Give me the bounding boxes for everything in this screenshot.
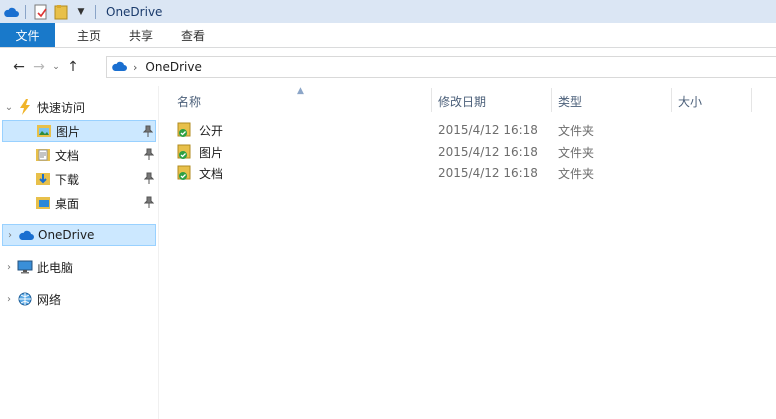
nav-quick-access[interactable]: ⌄ 快速访问 xyxy=(2,96,156,118)
column-header-size[interactable]: 大小 xyxy=(678,86,702,116)
pin-icon[interactable] xyxy=(142,125,154,140)
customize-dropdown-icon[interactable]: ▼ xyxy=(72,3,90,21)
file-name: 公开 xyxy=(199,123,224,138)
synced-folder-icon xyxy=(177,165,193,181)
downloads-folder-icon xyxy=(34,171,52,187)
recent-locations-chevron-icon[interactable]: ⌄ xyxy=(49,55,63,79)
title-bar: ▼ OneDrive xyxy=(0,0,776,23)
navigation-pane: ⌄ 快速访问 图片 文档 下载 桌面 › OneDrive › 此电脑 › 网络 xyxy=(0,86,159,419)
ribbon-tabs: 文件 主页 共享 查看 xyxy=(0,23,776,48)
nav-item-downloads[interactable]: 下载 xyxy=(2,168,156,190)
nav-this-pc[interactable]: › 此电脑 xyxy=(2,256,156,278)
network-icon xyxy=(16,291,34,307)
file-modified: 2015/4/12 16:18 xyxy=(438,145,538,159)
column-divider[interactable] xyxy=(431,88,432,112)
documents-folder-icon xyxy=(34,147,52,163)
desktop-folder-icon xyxy=(34,195,52,211)
pin-icon[interactable] xyxy=(143,196,155,211)
nav-item-label: 桌面 xyxy=(55,196,80,211)
file-type: 文件夹 xyxy=(558,166,595,181)
window-title: OneDrive xyxy=(106,4,163,19)
forward-arrow-icon[interactable]: → xyxy=(29,55,49,79)
divider xyxy=(95,4,96,19)
table-row[interactable]: 文档 2015/4/12 16:18 文件夹 xyxy=(172,162,776,184)
nav-network[interactable]: › 网络 xyxy=(2,288,156,310)
address-row: ← → ⌄ ↑ › OneDrive xyxy=(0,48,776,86)
nav-quick-access-label: 快速访问 xyxy=(37,100,86,115)
tab-file[interactable]: 文件 xyxy=(0,23,55,47)
file-type: 文件夹 xyxy=(558,123,595,138)
file-modified: 2015/4/12 16:18 xyxy=(438,166,538,180)
table-row[interactable]: 公开 2015/4/12 16:18 文件夹 xyxy=(172,119,776,141)
nav-item-desktop[interactable]: 桌面 xyxy=(2,192,156,214)
synced-folder-icon xyxy=(177,144,193,160)
expand-chevron-icon[interactable]: › xyxy=(3,230,17,241)
nav-item-label: 文档 xyxy=(55,148,80,163)
onedrive-cloud-icon xyxy=(17,227,35,243)
nav-this-pc-label: 此电脑 xyxy=(37,260,74,275)
quick-access-toolbar: ▼ xyxy=(0,0,102,23)
file-name: 图片 xyxy=(199,145,224,160)
pin-icon[interactable] xyxy=(143,148,155,163)
nav-onedrive-label: OneDrive xyxy=(38,228,95,242)
pictures-folder-icon xyxy=(35,123,53,139)
computer-icon xyxy=(16,259,34,275)
onedrive-cloud-icon xyxy=(111,60,127,75)
synced-folder-icon xyxy=(177,122,193,138)
file-modified: 2015/4/12 16:18 xyxy=(438,123,538,137)
expand-chevron-icon[interactable]: › xyxy=(2,294,16,305)
tab-home[interactable]: 主页 xyxy=(55,23,115,47)
nav-item-pictures[interactable]: 图片 xyxy=(2,120,156,142)
column-divider[interactable] xyxy=(671,88,672,112)
nav-onedrive[interactable]: › OneDrive xyxy=(2,224,156,246)
breadcrumb-onedrive[interactable]: OneDrive xyxy=(145,60,201,74)
nav-item-documents[interactable]: 文档 xyxy=(2,144,156,166)
column-header-name[interactable]: 名称 xyxy=(177,86,201,116)
address-bar[interactable]: › OneDrive xyxy=(106,56,776,78)
sort-ascending-icon: ▲ xyxy=(297,86,304,96)
table-row[interactable]: 图片 2015/4/12 16:18 文件夹 xyxy=(172,141,776,163)
column-header-type[interactable]: 类型 xyxy=(558,86,582,116)
tab-view[interactable]: 查看 xyxy=(167,23,219,47)
nav-network-label: 网络 xyxy=(37,292,62,307)
properties-icon[interactable] xyxy=(32,3,50,21)
up-arrow-icon[interactable]: ↑ xyxy=(63,55,83,79)
file-type: 文件夹 xyxy=(558,145,595,160)
column-header-modified[interactable]: 修改日期 xyxy=(438,86,486,116)
column-divider[interactable] xyxy=(551,88,552,112)
new-folder-icon[interactable] xyxy=(52,3,70,21)
breadcrumb-separator-icon[interactable]: › xyxy=(133,61,137,74)
file-name: 文档 xyxy=(199,166,224,181)
nav-item-label: 下载 xyxy=(55,172,80,187)
divider xyxy=(25,4,26,19)
expand-chevron-icon[interactable]: › xyxy=(2,262,16,273)
column-divider[interactable] xyxy=(751,88,752,112)
nav-item-label: 图片 xyxy=(56,124,81,139)
onedrive-cloud-icon xyxy=(2,3,20,21)
pin-icon[interactable] xyxy=(143,172,155,187)
collapse-chevron-icon[interactable]: ⌄ xyxy=(2,102,16,113)
tab-share[interactable]: 共享 xyxy=(115,23,167,47)
star-icon xyxy=(16,99,34,115)
back-arrow-icon[interactable]: ← xyxy=(9,55,29,79)
